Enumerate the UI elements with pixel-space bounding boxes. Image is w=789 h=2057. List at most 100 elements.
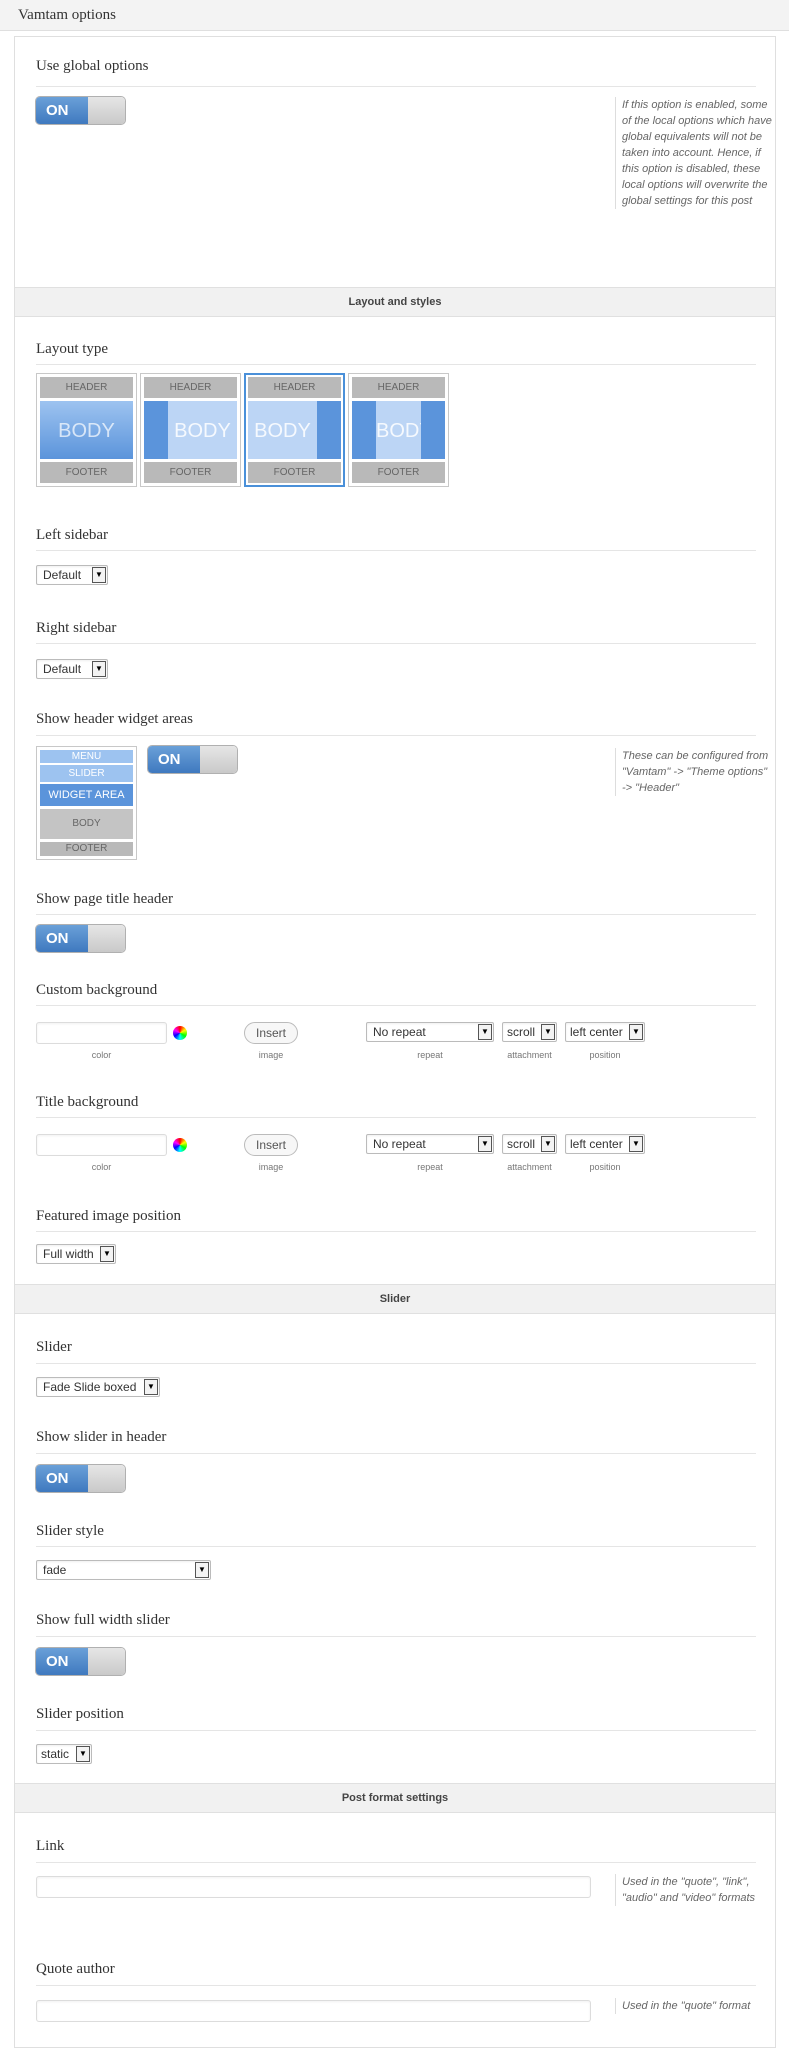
title-bg-repeat-select[interactable]: No repeat ▼: [366, 1134, 494, 1154]
title-bg-attachment-select[interactable]: scroll ▼: [502, 1134, 557, 1154]
header-widget-preview: MENU SLIDER WIDGET AREA BODY FOOTER: [36, 746, 137, 860]
slider-style-select[interactable]: fade ▼: [36, 1560, 211, 1580]
layout-header: HEADER: [40, 377, 133, 398]
select-value: static: [41, 1747, 70, 1761]
divider: [36, 1363, 756, 1364]
layout-body-label: BODY: [58, 420, 115, 442]
custom-background-label: Custom background: [36, 982, 158, 998]
vamtam-options-metabox: Vamtam options Use global options ON If …: [0, 0, 789, 2057]
layout-sidebar: [352, 401, 376, 459]
link-input[interactable]: [36, 1876, 591, 1898]
preview-widget-area: WIDGET AREA: [40, 784, 133, 806]
right-sidebar-label: Right sidebar: [36, 620, 117, 636]
featured-image-select[interactable]: Full width ▼: [36, 1244, 116, 1264]
chevron-down-icon: ▼: [541, 1136, 555, 1152]
page-title-label: Show page title header: [36, 891, 174, 907]
left-sidebar-select[interactable]: Default ▼: [36, 565, 108, 585]
global-options-toggle[interactable]: ON: [36, 97, 125, 124]
layout-option-right-sidebar[interactable]: HEADER BODY FOOTER: [244, 373, 345, 487]
divider: [36, 1730, 756, 1731]
custom-bg-insert-button[interactable]: Insert: [244, 1022, 298, 1044]
chevron-down-icon: ▼: [92, 567, 106, 583]
custom-bg-position-select[interactable]: left center ▼: [565, 1022, 645, 1042]
select-value: Full width: [43, 1247, 94, 1261]
color-caption: color: [91, 1162, 112, 1172]
layout-footer: FOOTER: [40, 462, 133, 483]
slider-select[interactable]: Fade Slide boxed ▼: [36, 1377, 160, 1397]
layout-footer: FOOTER: [144, 462, 237, 483]
select-value: scroll: [507, 1025, 536, 1039]
layout-body: BODY: [248, 401, 341, 459]
select-value: Fade Slide boxed: [43, 1380, 137, 1394]
section-post-format: Post format settings: [15, 1783, 775, 1813]
color-picker-icon[interactable]: [173, 1026, 187, 1040]
select-value: scroll: [507, 1137, 536, 1151]
full-width-slider-toggle[interactable]: ON: [36, 1648, 125, 1675]
header-widget-label: Show header widget areas: [36, 711, 194, 727]
layout-option-left-sidebar[interactable]: HEADER BODY FOOTER: [140, 373, 241, 487]
divider: [36, 1636, 756, 1637]
toggle-handle: [200, 746, 237, 773]
custom-bg-attachment-select[interactable]: scroll ▼: [502, 1022, 557, 1042]
title-background-label: Title background: [36, 1094, 139, 1110]
layout-body: BODY: [352, 401, 445, 459]
color-caption: color: [91, 1050, 112, 1060]
layout-type-label: Layout type: [36, 341, 109, 357]
page-title-toggle[interactable]: ON: [36, 925, 125, 952]
slider-position-select[interactable]: static ▼: [36, 1744, 92, 1764]
chevron-down-icon: ▼: [478, 1024, 492, 1040]
divider: [36, 1985, 756, 1986]
chevron-down-icon: ▼: [144, 1379, 158, 1395]
custom-bg-color-input[interactable]: [36, 1022, 167, 1044]
layout-footer: FOOTER: [248, 462, 341, 483]
chevron-down-icon: ▼: [541, 1024, 555, 1040]
slider-in-header-label: Show slider in header: [36, 1429, 167, 1445]
quote-author-input[interactable]: [36, 2000, 591, 2022]
divider: [36, 914, 756, 915]
chevron-down-icon: ▼: [629, 1024, 643, 1040]
select-value: left center: [570, 1137, 623, 1151]
toggle-handle: [88, 925, 125, 952]
position-caption: position: [589, 1162, 621, 1172]
header-widget-toggle[interactable]: ON: [148, 746, 237, 773]
divider: [36, 1546, 756, 1547]
repeat-caption: repeat: [417, 1162, 443, 1172]
header-widget-description: These can be configured from "Vamtam" ->…: [615, 748, 772, 796]
divider: [36, 735, 756, 736]
select-value: fade: [43, 1563, 67, 1577]
divider: [36, 1231, 756, 1232]
image-caption: image: [258, 1050, 284, 1060]
chevron-down-icon: ▼: [76, 1746, 90, 1762]
slider-in-header-toggle[interactable]: ON: [36, 1465, 125, 1492]
slider-label: Slider: [36, 1339, 72, 1355]
divider: [36, 550, 756, 551]
color-picker-icon[interactable]: [173, 1138, 187, 1152]
repeat-caption: repeat: [417, 1050, 443, 1060]
image-caption: image: [258, 1162, 284, 1172]
toggle-on-label: ON: [148, 746, 200, 773]
metabox-header[interactable]: Vamtam options: [0, 0, 789, 31]
toggle-on-label: ON: [36, 925, 88, 952]
attachment-caption: attachment: [507, 1050, 552, 1060]
chevron-down-icon: ▼: [195, 1562, 209, 1578]
chevron-down-icon: ▼: [478, 1136, 492, 1152]
chevron-down-icon: ▼: [100, 1246, 114, 1262]
title-bg-position-select[interactable]: left center ▼: [565, 1134, 645, 1154]
select-value: left center: [570, 1025, 623, 1039]
quote-author-description: Used in the "quote" format: [615, 1998, 772, 2014]
divider: [36, 643, 756, 644]
right-sidebar-select[interactable]: Default ▼: [36, 659, 108, 679]
custom-bg-repeat-select[interactable]: No repeat ▼: [366, 1022, 494, 1042]
title-bg-color-input[interactable]: [36, 1134, 167, 1156]
layout-sidebar: [144, 401, 168, 459]
title-bg-insert-button[interactable]: Insert: [244, 1134, 298, 1156]
divider: [36, 1117, 756, 1118]
layout-body: BODY: [144, 401, 237, 459]
preview-body: BODY: [40, 809, 133, 839]
layout-option-both-sidebars[interactable]: HEADER BODY FOOTER: [348, 373, 449, 487]
metabox-title: Vamtam options: [18, 7, 116, 23]
toggle-on-label: ON: [36, 1648, 88, 1675]
position-caption: position: [589, 1050, 621, 1060]
toggle-handle: [88, 97, 125, 124]
layout-option-full[interactable]: HEADER BODY FOOTER: [36, 373, 137, 487]
